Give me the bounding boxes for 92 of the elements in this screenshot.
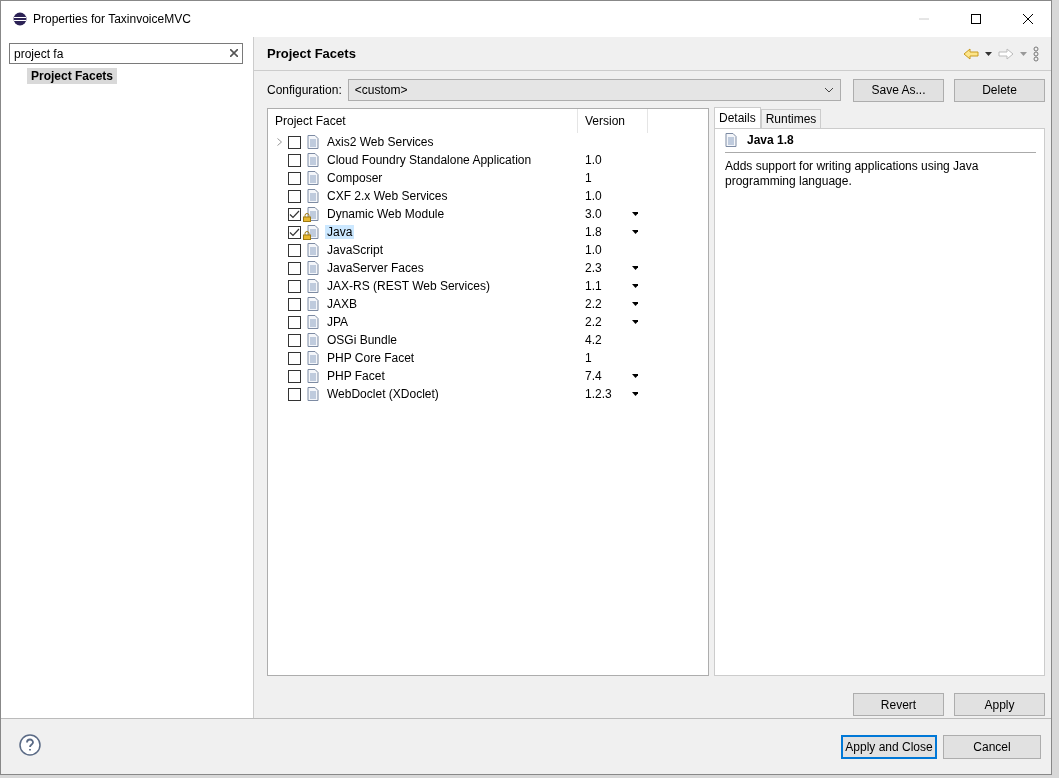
checkbox[interactable] <box>288 135 301 149</box>
version-dropdown-icon[interactable] <box>632 284 638 288</box>
checkbox[interactable] <box>288 207 301 221</box>
document-icon <box>307 315 319 329</box>
facet-version: 1 <box>585 171 592 185</box>
facet-name[interactable]: PHP Facet <box>325 369 387 383</box>
document-icon <box>307 387 319 401</box>
facet-version: 1.0 <box>585 243 602 257</box>
facet-name[interactable]: JavaScript <box>325 243 386 257</box>
document-icon <box>307 171 319 185</box>
facet-name[interactable]: JAX-RS (REST Web Services) <box>325 279 492 293</box>
facet-name[interactable]: Composer <box>325 171 385 185</box>
facet-name[interactable]: Cloud Foundry Standalone Application <box>325 153 534 167</box>
checkbox[interactable] <box>288 369 301 383</box>
document-icon <box>307 279 319 293</box>
caret-icon[interactable] <box>824 87 834 93</box>
version-dropdown-icon[interactable] <box>632 302 638 306</box>
facet-version: 1.8 <box>585 225 602 239</box>
facet-version: 4.2 <box>585 333 602 347</box>
facet-name[interactable]: OSGi Bundle <box>325 333 400 347</box>
facet-name[interactable]: PHP Core Facet <box>325 351 417 365</box>
facet-name[interactable]: Dynamic Web Module <box>325 207 447 221</box>
document-icon <box>307 297 319 311</box>
window-title: Properties for TaxinvoiceMVC <box>33 12 192 26</box>
document-icon <box>307 333 319 347</box>
maximize-icon[interactable] <box>971 14 981 24</box>
facet-version: 2.2 <box>585 297 602 311</box>
more-icon[interactable] <box>1033 45 1039 62</box>
tab[interactable]: Details <box>714 107 761 128</box>
checkbox[interactable] <box>288 333 301 347</box>
configuration-dropdown[interactable]: <custom> <box>347 79 841 101</box>
dialog-button[interactable]: Cancel <box>943 734 1041 759</box>
version-dropdown-icon[interactable] <box>632 374 638 378</box>
facet-version: 2.3 <box>585 261 602 275</box>
version-dropdown-icon[interactable] <box>632 212 638 216</box>
facet-name[interactable]: Java <box>325 225 355 239</box>
close-icon[interactable] <box>1023 14 1033 24</box>
facet-version: 1.2.3 <box>585 387 612 401</box>
document-icon <box>307 135 319 149</box>
tab[interactable]: Runtimes <box>760 109 822 128</box>
facet-version: 1 <box>585 351 592 365</box>
document-icon <box>307 189 319 203</box>
checkbox[interactable] <box>288 171 301 185</box>
facet-version: 2.2 <box>585 315 602 329</box>
version-dropdown-icon[interactable] <box>632 230 638 234</box>
back-menu-icon[interactable] <box>985 51 992 56</box>
column-header[interactable]: Version <box>578 109 648 133</box>
search-field[interactable]: project fa <box>9 43 243 64</box>
document-icon <box>307 369 319 383</box>
document-icon <box>307 261 319 275</box>
checkbox[interactable] <box>288 225 301 239</box>
column-header[interactable]: Project Facet <box>268 109 578 133</box>
checkbox[interactable] <box>288 189 301 203</box>
facet-version: 1.0 <box>585 153 602 167</box>
checkbox[interactable] <box>288 243 301 257</box>
config-button[interactable]: Save As... <box>853 78 944 102</box>
facet-name[interactable]: JAXB <box>325 297 359 311</box>
version-dropdown-icon[interactable] <box>632 320 638 324</box>
facet-name[interactable]: JavaServer Faces <box>325 261 426 275</box>
tree-item[interactable]: Project Facets <box>27 68 118 84</box>
facet-version: 7.4 <box>585 369 602 383</box>
document-icon <box>307 243 319 257</box>
checkbox[interactable] <box>288 261 301 275</box>
facet-name[interactable]: JPA <box>325 315 351 329</box>
checkbox[interactable] <box>288 279 301 293</box>
checkbox[interactable] <box>288 153 301 167</box>
facet-version: 1.0 <box>585 189 602 203</box>
dialog-button[interactable]: Apply and Close <box>841 734 937 759</box>
version-dropdown-icon[interactable] <box>632 392 638 396</box>
checkbox[interactable] <box>288 351 301 365</box>
clear-icon[interactable] <box>230 49 238 57</box>
page-button[interactable]: Revert <box>853 693 944 716</box>
facet-name[interactable]: CXF 2.x Web Services <box>325 189 450 203</box>
document-icon <box>307 351 319 365</box>
document-icon <box>725 133 737 147</box>
configuration-label: Configuration: <box>267 83 342 97</box>
document-icon <box>307 153 319 167</box>
checkbox[interactable] <box>288 297 301 311</box>
help-icon[interactable] <box>19 734 41 756</box>
facet-version: 3.0 <box>585 207 602 221</box>
facet-name[interactable]: Axis2 Web Services <box>325 135 436 149</box>
checkbox[interactable] <box>288 315 301 329</box>
facet-name[interactable]: WebDoclet (XDoclet) <box>325 387 441 401</box>
page-button[interactable]: Apply <box>954 693 1045 716</box>
page-title: Project Facets <box>267 46 357 61</box>
app-icon <box>13 12 27 26</box>
facet-version: 1.1 <box>585 279 602 293</box>
version-dropdown-icon[interactable] <box>632 266 638 270</box>
checkbox[interactable] <box>288 387 301 401</box>
config-button[interactable]: Delete <box>954 78 1045 102</box>
details-description: Adds support for writing applications using Java programming language. <box>725 159 980 189</box>
details-heading: Java 1.8 <box>747 133 794 147</box>
